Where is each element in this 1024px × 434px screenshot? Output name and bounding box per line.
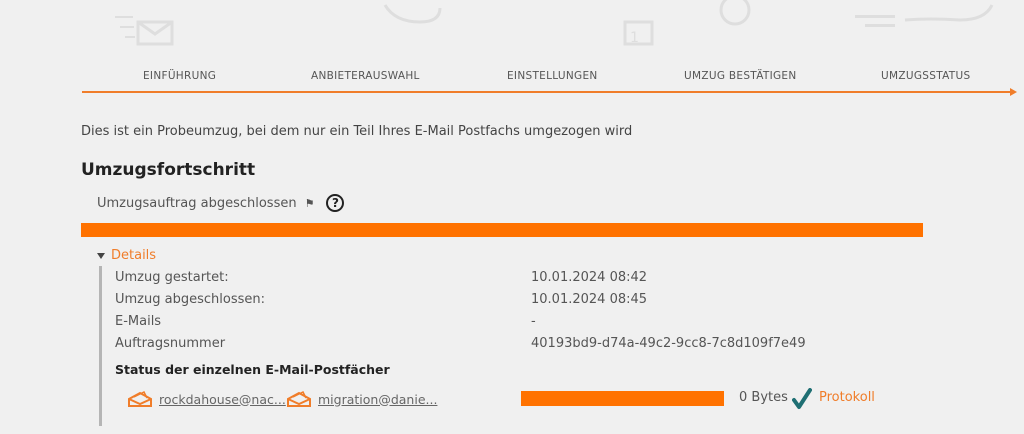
open-envelope-icon <box>287 390 311 407</box>
mailbox-name: rockdahouse@nac... <box>159 391 286 407</box>
caret-down-icon <box>97 252 105 259</box>
mailbox-link-2[interactable]: migration@danie... <box>286 390 437 408</box>
row-value-emails: - <box>531 314 536 329</box>
step-umzug-bestaetigen[interactable]: UMZUG BESTÄTIGEN <box>684 70 797 82</box>
flag-icon: ⚑ <box>304 196 315 210</box>
step-umzugsstatus[interactable]: UMZUGSSTATUS <box>881 70 970 82</box>
section-title: Umzugsfortschritt <box>81 160 256 180</box>
mailboxes-section-title: Status der einzelnen E-Mail-Postfächer <box>115 362 390 377</box>
row-value-abgeschlossen: 10.01.2024 08:45 <box>531 292 648 307</box>
row-label-abgeschlossen: Umzug abgeschlossen: <box>115 292 265 307</box>
trial-notice: Dies ist ein Probeumzug, bei dem nur ein… <box>81 124 633 139</box>
envelope-flap <box>137 20 173 36</box>
protokoll-link[interactable]: Protokoll <box>819 390 875 405</box>
row-label-gestartet: Umzug gestartet: <box>115 270 229 285</box>
svg-text:1: 1 <box>630 30 639 46</box>
row-label-emails: E-Mails <box>115 314 162 329</box>
help-icon[interactable]: ? <box>326 194 345 212</box>
mailbox-name: migration@danie... <box>318 391 438 407</box>
step-einstellungen[interactable]: EINSTELLUNGEN <box>507 70 598 82</box>
cloud-icon-2 <box>904 4 994 22</box>
details-label: Details <box>111 248 157 263</box>
checkmark-icon <box>792 388 812 409</box>
details-border <box>99 266 102 426</box>
migration-progress-bar <box>81 223 923 237</box>
row-value-gestartet: 10.01.2024 08:42 <box>531 270 648 285</box>
clock-icon <box>719 0 751 26</box>
mailbox-link-1[interactable]: rockdahouse@nac... <box>127 390 286 408</box>
details-toggle[interactable]: Details <box>97 248 156 263</box>
step-anbieterauswahl[interactable]: ANBIETERAUSWAHL <box>311 70 420 82</box>
open-envelope-icon <box>128 390 152 407</box>
status-row: Umzugsauftrag abgeschlossen ⚑ ? <box>97 192 345 214</box>
row-label-auftragsnummer: Auftragsnummer <box>115 336 226 351</box>
step-einfuehrung[interactable]: EINFÜHRUNG <box>143 70 216 82</box>
steps-progress-line <box>82 91 1012 93</box>
bytes-transferred: 0 Bytes <box>739 390 788 405</box>
mailbox-progress-bar <box>521 391 724 406</box>
status-text: Umzugsauftrag abgeschlossen <box>97 195 297 211</box>
steps-arrow-icon <box>1010 88 1017 96</box>
wizard-steps: EINFÜHRUNG ANBIETERAUSWAHL EINSTELLUNGEN… <box>82 70 1018 86</box>
header-illustration: 1 <box>0 0 1024 60</box>
cloud-icon <box>383 4 442 24</box>
row-value-auftragsnummer: 40193bd9-d74a-49c2-9cc8-7c8d109f7e49 <box>531 336 806 351</box>
